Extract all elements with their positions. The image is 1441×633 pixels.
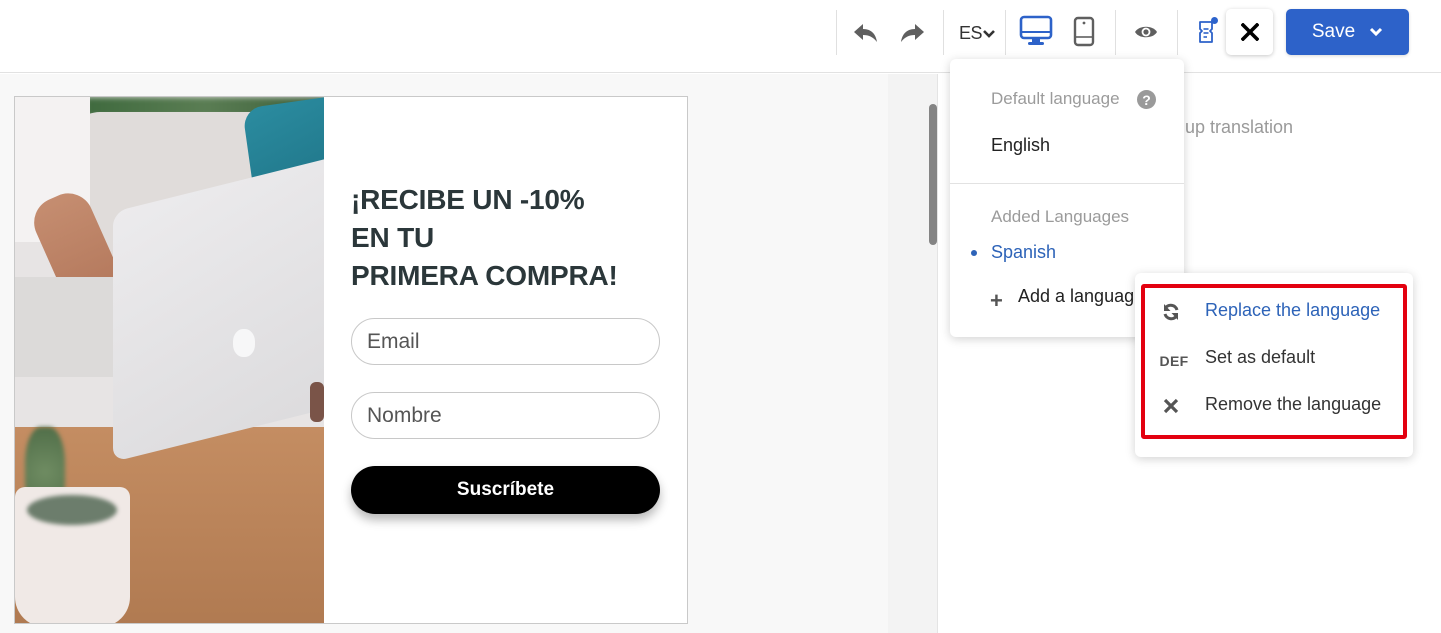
language-code: ES: [958, 22, 983, 43]
headline-line: ¡RECIBE UN -10%: [351, 184, 585, 215]
chevron-down-icon: [983, 29, 995, 38]
mobile-icon: [1073, 16, 1095, 46]
notification-dot: [1211, 17, 1218, 24]
replace-language-label: Replace the language: [1205, 300, 1381, 320]
toolbar-divider: [1177, 10, 1178, 55]
subscribe-button[interactable]: Suscríbete: [351, 466, 660, 514]
redo-button[interactable]: [896, 18, 928, 48]
close-button[interactable]: [1226, 9, 1273, 55]
close-icon: [1240, 23, 1259, 41]
toolbar-divider: [1005, 10, 1006, 55]
popup-headline: ¡RECIBE UN -10% EN TU PRIMERA COMPRA!: [351, 181, 618, 295]
undo-button[interactable]: [850, 18, 882, 48]
panel-heading-text: up translation: [1185, 117, 1294, 137]
chevron-down-icon: [1370, 27, 1383, 37]
headline-line: EN TU: [351, 222, 435, 253]
top-toolbar: ES Save: [0, 0, 1441, 73]
notes-button[interactable]: [1192, 16, 1220, 48]
help-icon[interactable]: ?: [1137, 90, 1156, 109]
toolbar-divider: [836, 10, 837, 55]
refresh-icon: [1159, 301, 1183, 323]
added-language-spanish[interactable]: Spanish: [991, 242, 1056, 263]
save-button[interactable]: Save: [1286, 9, 1409, 55]
popup-preview[interactable]: ¡RECIBE UN -10% EN TU PRIMERA COMPRA! Su…: [14, 96, 688, 624]
headline-line: PRIMERA COMPRA!: [351, 260, 618, 291]
plus-icon: +: [990, 288, 1003, 313]
set-default-label: Set as default: [1205, 347, 1316, 367]
remove-icon: [1159, 395, 1183, 417]
desktop-icon: [1019, 15, 1053, 45]
remove-language-item[interactable]: Remove the language: [1135, 385, 1413, 425]
default-language-english[interactable]: English: [991, 135, 1050, 156]
language-context-menu: Replace the language DEF Set as default …: [1135, 273, 1413, 457]
remove-language-label: Remove the language: [1205, 394, 1382, 414]
active-language-bullet: [971, 250, 977, 256]
toolbar-divider: [1115, 10, 1116, 55]
added-languages-label: Added Languages: [991, 207, 1130, 226]
undo-icon: [854, 24, 877, 42]
toolbar-divider: [943, 10, 944, 55]
eye-icon: [1135, 26, 1157, 38]
popup-image: [15, 97, 324, 623]
redo-icon: [901, 24, 924, 42]
scrollbar-thumb[interactable]: [929, 104, 937, 245]
desktop-view-button[interactable]: [1017, 14, 1055, 48]
save-label: Save: [1311, 21, 1356, 42]
menu-divider: [950, 183, 1184, 184]
apple-logo: [233, 329, 255, 357]
replace-language-item[interactable]: Replace the language: [1135, 291, 1413, 331]
def-icon: DEF: [1159, 353, 1189, 369]
add-language-button[interactable]: Add a languag: [1018, 286, 1134, 307]
set-default-item[interactable]: DEF Set as default: [1135, 338, 1413, 378]
popup-form: ¡RECIBE UN -10% EN TU PRIMERA COMPRA! Su…: [324, 97, 687, 623]
email-input[interactable]: [351, 318, 660, 365]
mobile-view-button[interactable]: [1070, 14, 1098, 48]
language-selector[interactable]: ES: [954, 18, 1000, 48]
preview-button[interactable]: [1131, 20, 1161, 44]
default-language-label: Default language: [991, 89, 1120, 108]
name-input[interactable]: [351, 392, 660, 439]
